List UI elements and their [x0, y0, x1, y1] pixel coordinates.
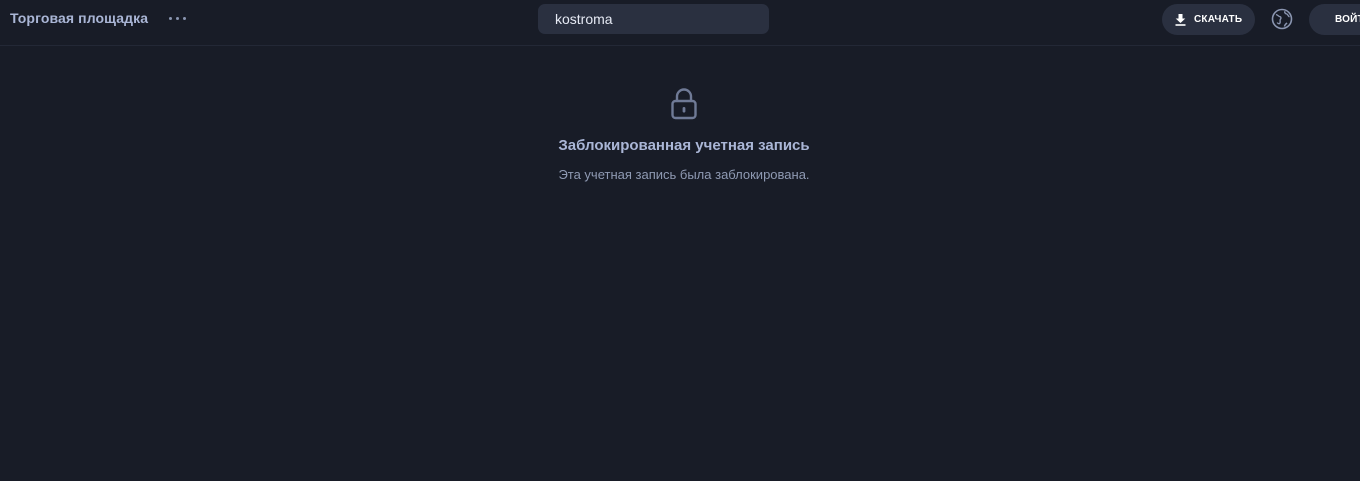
- notice-title: Заблокированная учетная запись: [558, 137, 810, 154]
- globe-icon[interactable]: [1271, 8, 1293, 30]
- login-label: ВОЙТИ: [1335, 14, 1360, 25]
- ellipsis-icon: [168, 16, 172, 20]
- blocked-account-notice: Заблокированная учетная запись Эта учетн…: [0, 86, 1360, 182]
- brand-title[interactable]: Торговая площадка: [10, 10, 148, 26]
- download-button[interactable]: СКАЧАТЬ: [1162, 4, 1255, 35]
- download-label: СКАЧАТЬ: [1194, 14, 1243, 25]
- lock-icon: [671, 88, 697, 120]
- search-box[interactable]: [538, 4, 769, 34]
- notice-text: Эта учетная запись была заблокирована.: [558, 167, 810, 182]
- top-navigation-bar: Торговая площадка СКАЧАТЬ ВОЙТИ: [0, 0, 1360, 46]
- login-button[interactable]: ВОЙТИ: [1309, 4, 1360, 35]
- search-input[interactable]: [555, 11, 755, 27]
- download-icon: [1175, 13, 1186, 26]
- more-menu-button[interactable]: [163, 9, 191, 27]
